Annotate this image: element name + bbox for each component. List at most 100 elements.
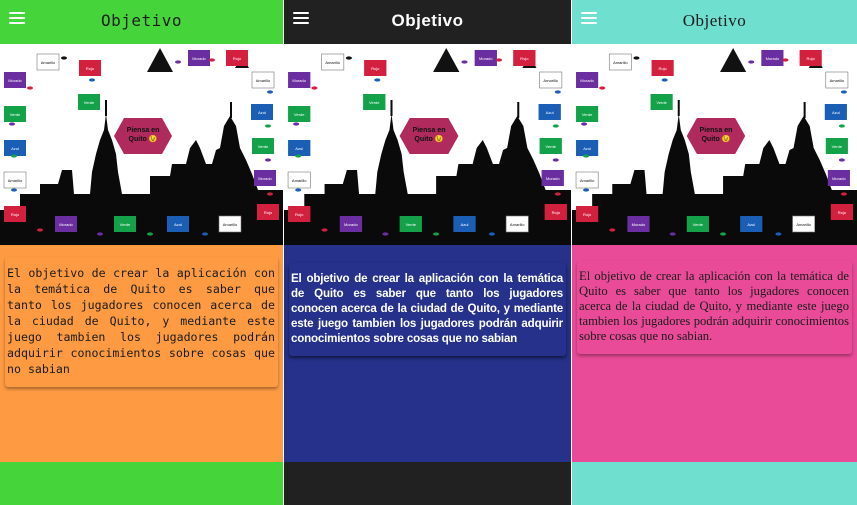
board-square: Azul (824, 104, 847, 120)
board-square-label: Rojo (520, 56, 529, 61)
church-spire-cross (677, 100, 680, 116)
footer-bar (0, 462, 283, 505)
board-square-label: Amarillo (325, 60, 340, 65)
path-marker (295, 188, 302, 192)
board-square: Verde (686, 216, 709, 232)
board-square: Morado (288, 72, 311, 88)
page-title: Objetivo (682, 11, 747, 30)
board-square-label: Morado (580, 78, 594, 83)
board-square-label: Rojo (807, 56, 816, 61)
board-square-label: Amarillo (796, 222, 811, 227)
board-square: Morado (761, 50, 784, 66)
board-square: Azul (288, 140, 311, 156)
board-square-label: Amarillo (292, 178, 307, 183)
board-square-label: Rojo (86, 66, 95, 71)
board-square-label: Amarillo (543, 78, 558, 83)
path-marker (775, 232, 782, 236)
path-marker (295, 154, 302, 158)
board-square-label: Morado (546, 176, 560, 181)
board-square: Azul (576, 140, 599, 156)
board-square-label: Azul (11, 146, 19, 151)
board-square-label: Azul (258, 110, 266, 115)
board-square: Morado (339, 216, 363, 232)
board-square-label: Morado (59, 222, 73, 227)
path-marker (147, 232, 153, 236)
board-square: Morado (474, 50, 497, 66)
board-square-label: Morado (258, 176, 272, 181)
board-square: Rojo (4, 206, 26, 222)
page-title: Objetivo (391, 11, 464, 30)
church-spire-cross (803, 102, 806, 118)
game-board-image: Piensa en Quito 😉 Amarillo Rojo Morado Verde A… (284, 44, 571, 245)
board-square-label: Amarillo (580, 178, 595, 183)
board-square-label: Amarillo (256, 78, 271, 83)
path-marker (661, 78, 668, 82)
board-square: Verde (399, 216, 422, 232)
board-square-label: Verde (84, 100, 95, 105)
path-marker (433, 232, 440, 236)
content-area: El objetivo de crear la aplicación con l… (572, 245, 857, 462)
board-square: Azul (167, 216, 189, 232)
board-square: Verde (363, 94, 386, 110)
board-square: Rojo (513, 50, 536, 66)
path-marker (583, 154, 590, 158)
board-square: Rojo (830, 204, 853, 220)
path-marker (89, 78, 95, 82)
board-square: Morado (4, 72, 26, 88)
church-spire-cross (230, 102, 232, 118)
path-marker (838, 124, 845, 128)
board-square-label: Verde (582, 112, 593, 117)
objective-card: El objetivo de crear la aplicación con l… (577, 261, 852, 354)
board-square-label: Rojo (552, 210, 561, 215)
path-marker (27, 86, 33, 90)
board-square-label: Amarillo (613, 60, 628, 65)
board-square: Verde (114, 216, 136, 232)
board-square: Amarillo (792, 215, 816, 233)
church-spire-cross (517, 102, 520, 118)
board-square: Rojo (576, 206, 599, 222)
board-square-label: Verde (832, 144, 843, 149)
board-square-label: Morado (832, 176, 846, 181)
path-marker (293, 122, 300, 126)
path-marker (61, 56, 67, 60)
objective-text: El objetivo de crear la aplicación con l… (579, 269, 849, 343)
board-square-label: Azul (832, 110, 840, 115)
game-board-image: Piensa en Quito 😉 Amarillo Rojo Morado Verde A… (0, 44, 283, 245)
footer-bar (284, 462, 571, 505)
content-area: El objetivo de crear la aplicación con l… (0, 245, 283, 462)
board-square: Rojo (79, 60, 101, 76)
path-marker (461, 60, 468, 64)
path-marker (838, 158, 845, 162)
path-marker (202, 232, 208, 236)
board-square-label: Rojo (371, 66, 380, 71)
path-marker (495, 58, 503, 62)
board-square-label: Azul (583, 146, 591, 151)
board-square-label: Rojo (11, 212, 20, 217)
path-marker (554, 90, 561, 94)
board-square: Amarillo (36, 53, 60, 71)
board-square-label: Verde (405, 222, 416, 227)
game-board-image: Piensa en Quito 😉 Amarillo Rojo Morado Verde A… (572, 44, 857, 245)
app-bar: Objetivo (0, 0, 283, 44)
board-square-label: Rojo (264, 210, 273, 215)
path-marker (11, 188, 17, 192)
board-square-label: Rojo (659, 66, 668, 71)
app-bar: Objetivo (572, 0, 857, 44)
board-square: Verde (288, 106, 311, 122)
path-marker (267, 90, 273, 94)
path-marker (382, 232, 389, 236)
app-bar: Objetivo (284, 0, 571, 44)
path-marker (345, 56, 352, 60)
board-square-label: Rojo (838, 210, 847, 215)
board-square-label: Azul (174, 222, 182, 227)
path-marker (748, 60, 755, 64)
path-marker (9, 122, 15, 126)
screen-teal-pink: Objetivo Piensa en Quito 😉 Amarillo Rojo Mor… (572, 0, 857, 505)
start-triangle-sign (433, 48, 460, 72)
path-marker (840, 192, 847, 196)
board-square-label: Amarillo (510, 222, 525, 227)
board-square: Morado (541, 170, 564, 186)
board-square-label: Rojo (295, 212, 304, 217)
board-square: Rojo (364, 60, 387, 76)
path-marker (267, 192, 273, 196)
